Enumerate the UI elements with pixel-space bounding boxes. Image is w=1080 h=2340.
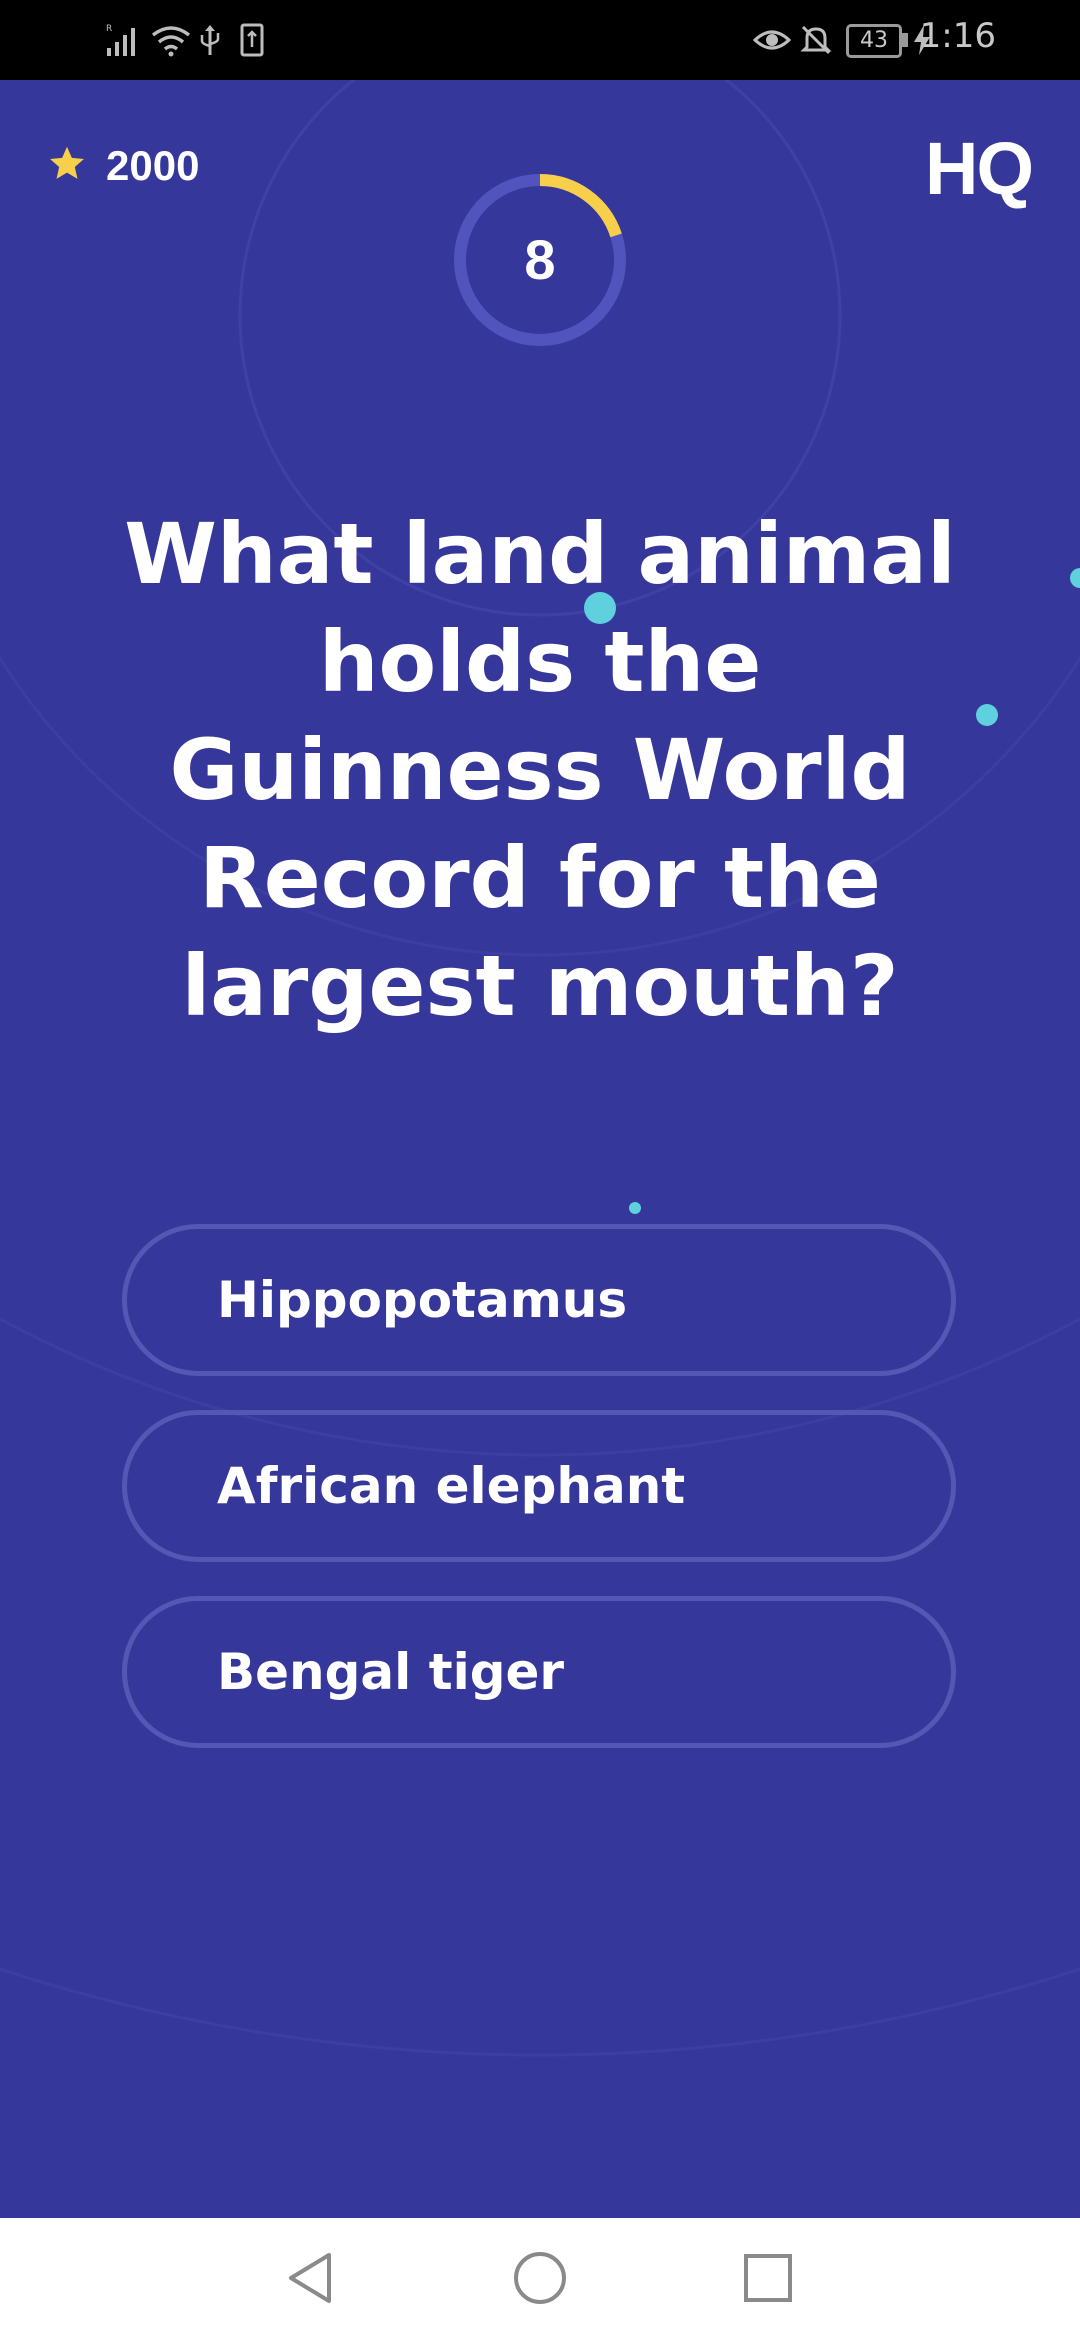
star-icon [48,146,86,186]
eye-icon [752,18,792,62]
game-screen: 2000 HQ 8 What land animal holds the Gui… [0,80,1080,2218]
navigation-bar [0,2218,1080,2340]
background-rings [0,80,1080,2056]
hq-logo: HQ [925,127,1034,210]
wifi-icon [150,18,192,62]
answer-option-2[interactable]: African elephant [122,1410,956,1562]
question-text: What land animal holds the Guinness Worl… [124,505,956,1035]
timer-value: 8 [524,228,556,291]
answer-label: African elephant [217,1457,686,1515]
answer-label: Hippopotamus [217,1271,628,1329]
back-icon[interactable] [280,2248,340,2308]
answer-label: Bengal tiger [217,1643,565,1701]
sim-icon [238,18,266,62]
signal-icon: R [104,18,144,62]
answer-option-3[interactable]: Bengal tiger [122,1596,956,1748]
svg-text:R: R [106,24,112,34]
score-value: 2000 [106,142,200,189]
countdown-timer: 8 [452,172,628,348]
status-bar: R 43 1:16 [0,0,1080,80]
answer-option-1[interactable]: Hippopotamus [122,1224,956,1376]
battery-tip [902,18,908,62]
home-icon[interactable] [510,2248,570,2308]
recents-icon[interactable] [738,2248,798,2308]
decor-dot [629,1202,641,1214]
screen: R 43 1:16 2000 HQ 8 What land animal hol… [0,0,1080,2340]
score-display: 2000 [48,142,199,190]
battery-icon: 43 [846,24,902,58]
decor-dot [976,704,998,726]
status-time: 1:16 [919,16,996,56]
bell-off-icon [798,18,834,62]
usb-icon [198,18,222,62]
